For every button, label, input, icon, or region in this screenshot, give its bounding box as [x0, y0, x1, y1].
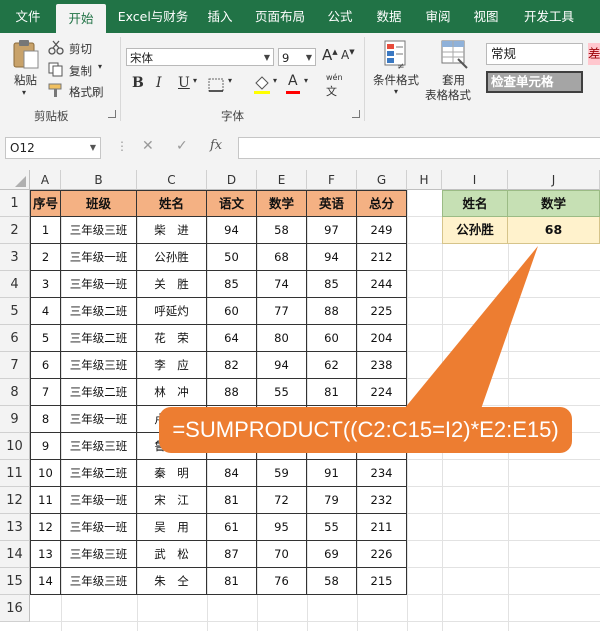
formula-callout [159, 246, 572, 453]
callout-pointer [404, 246, 538, 409]
callout-formula-text: =SUMPRODUCT((C2:C15=I2)*E2:E15) [172, 417, 559, 442]
